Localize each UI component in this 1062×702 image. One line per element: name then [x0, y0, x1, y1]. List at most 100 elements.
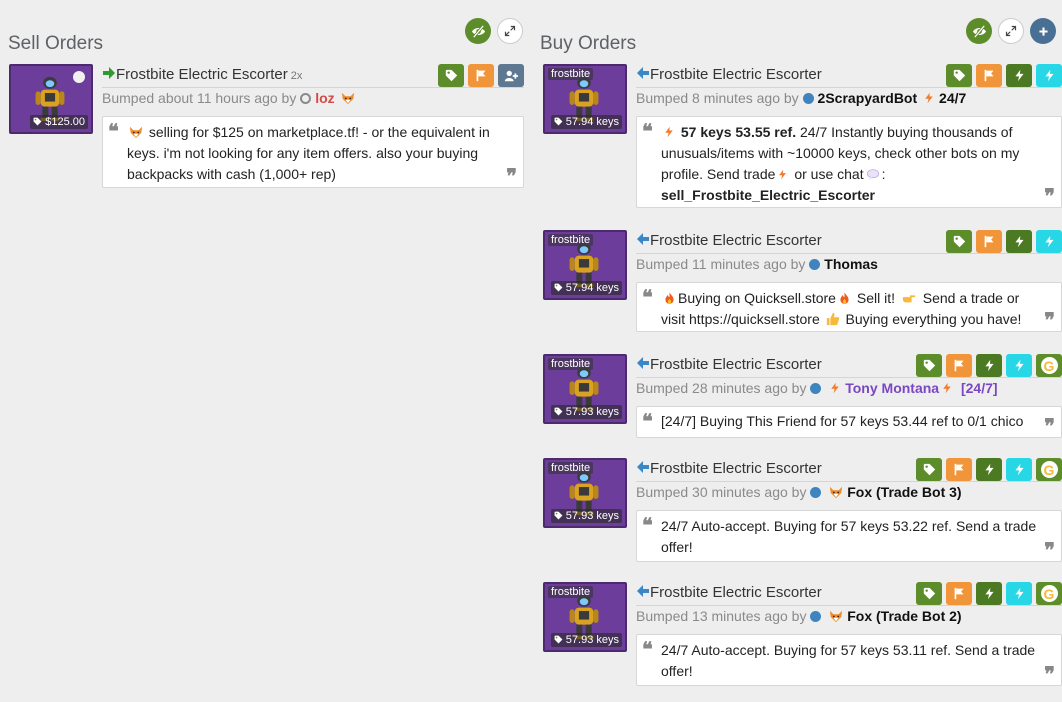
fox-icon: [829, 609, 843, 623]
trade-offer-button[interactable]: [1006, 64, 1032, 87]
sell-orders-header: Sell Orders: [0, 0, 527, 60]
lightning-icon: [941, 381, 953, 395]
item-thumbnail[interactable]: frostbite 57.94 keys: [543, 64, 627, 134]
quote-open-icon: ❝: [642, 637, 653, 661]
report-button[interactable]: [468, 64, 494, 87]
item-price: 57.93 keys: [550, 509, 622, 523]
user-link[interactable]: Fox (Trade Bot 2): [847, 608, 961, 624]
lightning-icon: [1043, 69, 1056, 82]
item-thumbnail[interactable]: frostbite 57.93 keys: [543, 354, 627, 424]
thumbs-up-icon: [826, 312, 840, 326]
buy-listing: frostbite 57.93 keys Frostbite Electric …: [543, 582, 1062, 686]
item-name-link[interactable]: Frostbite Electric Escorter: [636, 356, 822, 373]
lightning-icon: [1013, 463, 1026, 476]
buy-listing: frostbite 57.93 keys Frostbite Electric …: [543, 354, 1062, 438]
trade-offer-button[interactable]: [976, 582, 1002, 605]
bot-info-button[interactable]: G: [1036, 354, 1062, 377]
item-name-link[interactable]: Frostbite Electric Escorter: [636, 232, 822, 249]
price-tag-button[interactable]: [916, 354, 942, 377]
price-tag-button[interactable]: [946, 64, 972, 87]
tag-icon: [554, 117, 563, 126]
trade-offer-button[interactable]: [976, 458, 1002, 481]
item-price: 57.93 keys: [550, 633, 622, 647]
online-indicator: [809, 259, 821, 270]
instant-trade-button[interactable]: [1006, 458, 1032, 481]
item-thumbnail[interactable]: frostbite 57.94 keys: [543, 230, 627, 300]
price-tag-button[interactable]: [946, 230, 972, 253]
tag-icon: [923, 463, 936, 476]
price-tag-button[interactable]: [916, 458, 942, 481]
instant-trade-button[interactable]: [1036, 230, 1062, 253]
eye-slash-icon: [471, 24, 486, 39]
flag-icon: [953, 587, 966, 600]
add-friend-button[interactable]: [498, 64, 524, 87]
quote-open-icon: ❝: [642, 119, 653, 143]
item-thumbnail[interactable]: frostbite 57.93 keys: [543, 582, 627, 652]
fox-icon: [341, 91, 355, 105]
arrow-left-icon: [636, 66, 650, 80]
item-name-link[interactable]: Frostbite Electric Escorter: [636, 66, 822, 83]
hide-buy-button[interactable]: [966, 18, 992, 44]
buy-listing: frostbite 57.94 keys Frostbite Electric …: [543, 230, 1062, 334]
quote-close-icon: ❞: [506, 164, 517, 188]
item-name-link[interactable]: Frostbite Electric Escorter: [636, 584, 822, 601]
fox-icon: [829, 485, 843, 499]
item-name-link[interactable]: Frostbite Electric Escorter 2x: [102, 66, 302, 83]
item-thumbnail[interactable]: $125.00: [9, 64, 93, 134]
listing-info: Frostbite Electric Escorter G Bumped 28 …: [636, 354, 1062, 438]
report-button[interactable]: [976, 64, 1002, 87]
item-name-link[interactable]: Frostbite Electric Escorter: [636, 460, 822, 477]
bump-info: Bumped 8 minutes ago by 2ScrapyardBot 24…: [636, 90, 967, 106]
buy-orders-title: Buy Orders: [540, 32, 637, 54]
user-link[interactable]: loz: [315, 90, 334, 106]
listing-description: ❝ 57 keys 53.55 ref. 24/7 Instantly buyi…: [636, 116, 1062, 208]
lightning-icon: [983, 463, 996, 476]
sell-orders-column: Sell Orders $125.00 Frostbite Electric E…: [0, 0, 527, 188]
trade-offer-button[interactable]: [1006, 230, 1032, 253]
item-thumbnail[interactable]: frostbite 57.93 keys: [543, 458, 627, 528]
buy-listing: frostbite 57.93 keys Frostbite Electric …: [543, 458, 1062, 562]
expand-buy-button[interactable]: [998, 18, 1024, 44]
add-buy-order-button[interactable]: [1030, 18, 1056, 44]
instant-trade-button[interactable]: [1006, 354, 1032, 377]
hide-sell-button[interactable]: [465, 18, 491, 44]
lightning-icon: [777, 168, 788, 181]
report-button[interactable]: [946, 458, 972, 481]
lightning-icon: [983, 359, 996, 372]
bot-info-button[interactable]: G: [1036, 458, 1062, 481]
price-tag-button[interactable]: [916, 582, 942, 605]
user-suffix: [24/7]: [960, 380, 998, 396]
tag-icon: [554, 283, 563, 292]
bot-info-button[interactable]: G: [1036, 582, 1062, 605]
tag-icon: [923, 359, 936, 372]
expand-icon: [1005, 25, 1017, 37]
instant-trade-button[interactable]: [1036, 64, 1062, 87]
listing-badges: G: [916, 354, 1062, 377]
arrow-right-icon: [102, 66, 116, 80]
listing-description: ❝ Buying on Quicksell.store Sell it! Sen…: [636, 282, 1062, 332]
bot-icon: G: [1040, 461, 1058, 478]
user-link[interactable]: Tony Montana: [845, 380, 939, 396]
plus-icon: [1037, 25, 1050, 38]
lightning-icon: [1013, 235, 1026, 248]
tag-icon: [554, 511, 563, 520]
instant-trade-button[interactable]: [1006, 582, 1032, 605]
listing-info: Frostbite Electric Escorter G Bumped 13 …: [636, 582, 1062, 686]
online-indicator: [810, 383, 822, 394]
report-button[interactable]: [946, 354, 972, 377]
expand-sell-button[interactable]: [497, 18, 523, 44]
quote-open-icon: ❝: [642, 513, 653, 537]
trade-offer-button[interactable]: [976, 354, 1002, 377]
price-tag-button[interactable]: [438, 64, 464, 87]
user-link[interactable]: Thomas: [824, 256, 878, 272]
user-link[interactable]: 2ScrapyardBot: [818, 90, 918, 106]
listing-badges: [438, 64, 524, 87]
online-indicator: [802, 93, 814, 104]
user-link[interactable]: Fox (Trade Bot 3): [847, 484, 961, 500]
listing-title-row: Frostbite Electric Escorter G: [636, 354, 1062, 378]
report-button[interactable]: [946, 582, 972, 605]
arrow-left-icon: [636, 584, 650, 598]
tag-icon: [554, 407, 563, 416]
report-button[interactable]: [976, 230, 1002, 253]
lightning-icon: [1013, 587, 1026, 600]
